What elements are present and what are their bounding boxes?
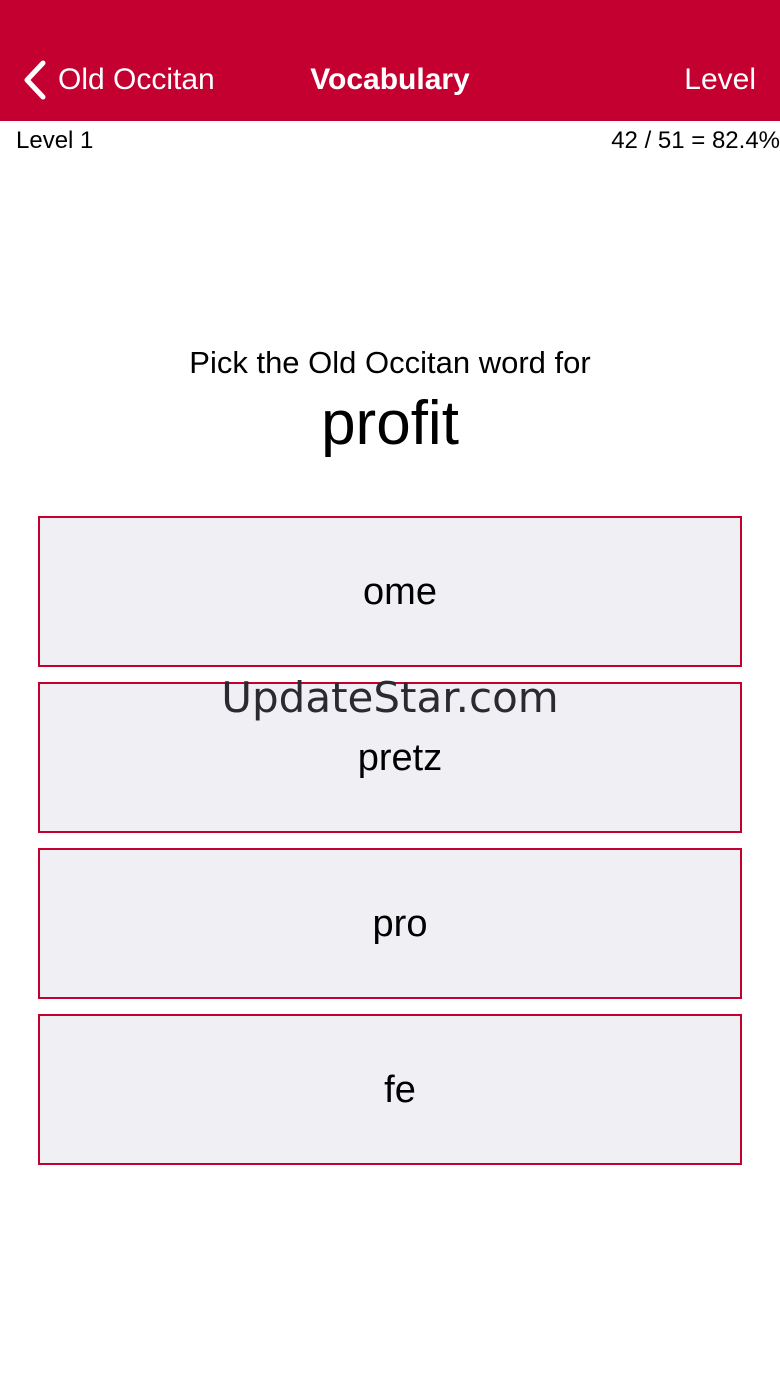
- question-prompt: Pick the Old Occitan word for: [189, 345, 591, 380]
- score-readout: 42 / 51 = 82.4%: [611, 127, 780, 154]
- answer-option-fe[interactable]: fe: [38, 1014, 742, 1165]
- back-button-label: Old Occitan: [58, 63, 215, 96]
- answer-option-pretz[interactable]: pretz: [38, 682, 742, 833]
- answer-option-label: pro: [372, 902, 428, 945]
- chevron-left-icon: [22, 59, 58, 101]
- status-row: Level 1 42 / 51 = 82.4%: [0, 121, 780, 161]
- current-level: Level 1: [16, 127, 94, 154]
- level-button[interactable]: Level: [684, 58, 756, 102]
- answer-option-label: fe: [384, 1068, 416, 1111]
- back-button[interactable]: Old Occitan: [22, 58, 215, 102]
- answer-option-ome[interactable]: ome: [38, 516, 742, 667]
- answer-option-pro[interactable]: pro: [38, 848, 742, 999]
- answer-option-label: ome: [363, 570, 437, 613]
- target-word: profit: [321, 389, 459, 458]
- answer-options: ome pretz pro fe: [38, 516, 742, 1180]
- answer-option-label: pretz: [357, 736, 443, 779]
- navigation-bar: Old Occitan Vocabulary Level: [0, 0, 780, 121]
